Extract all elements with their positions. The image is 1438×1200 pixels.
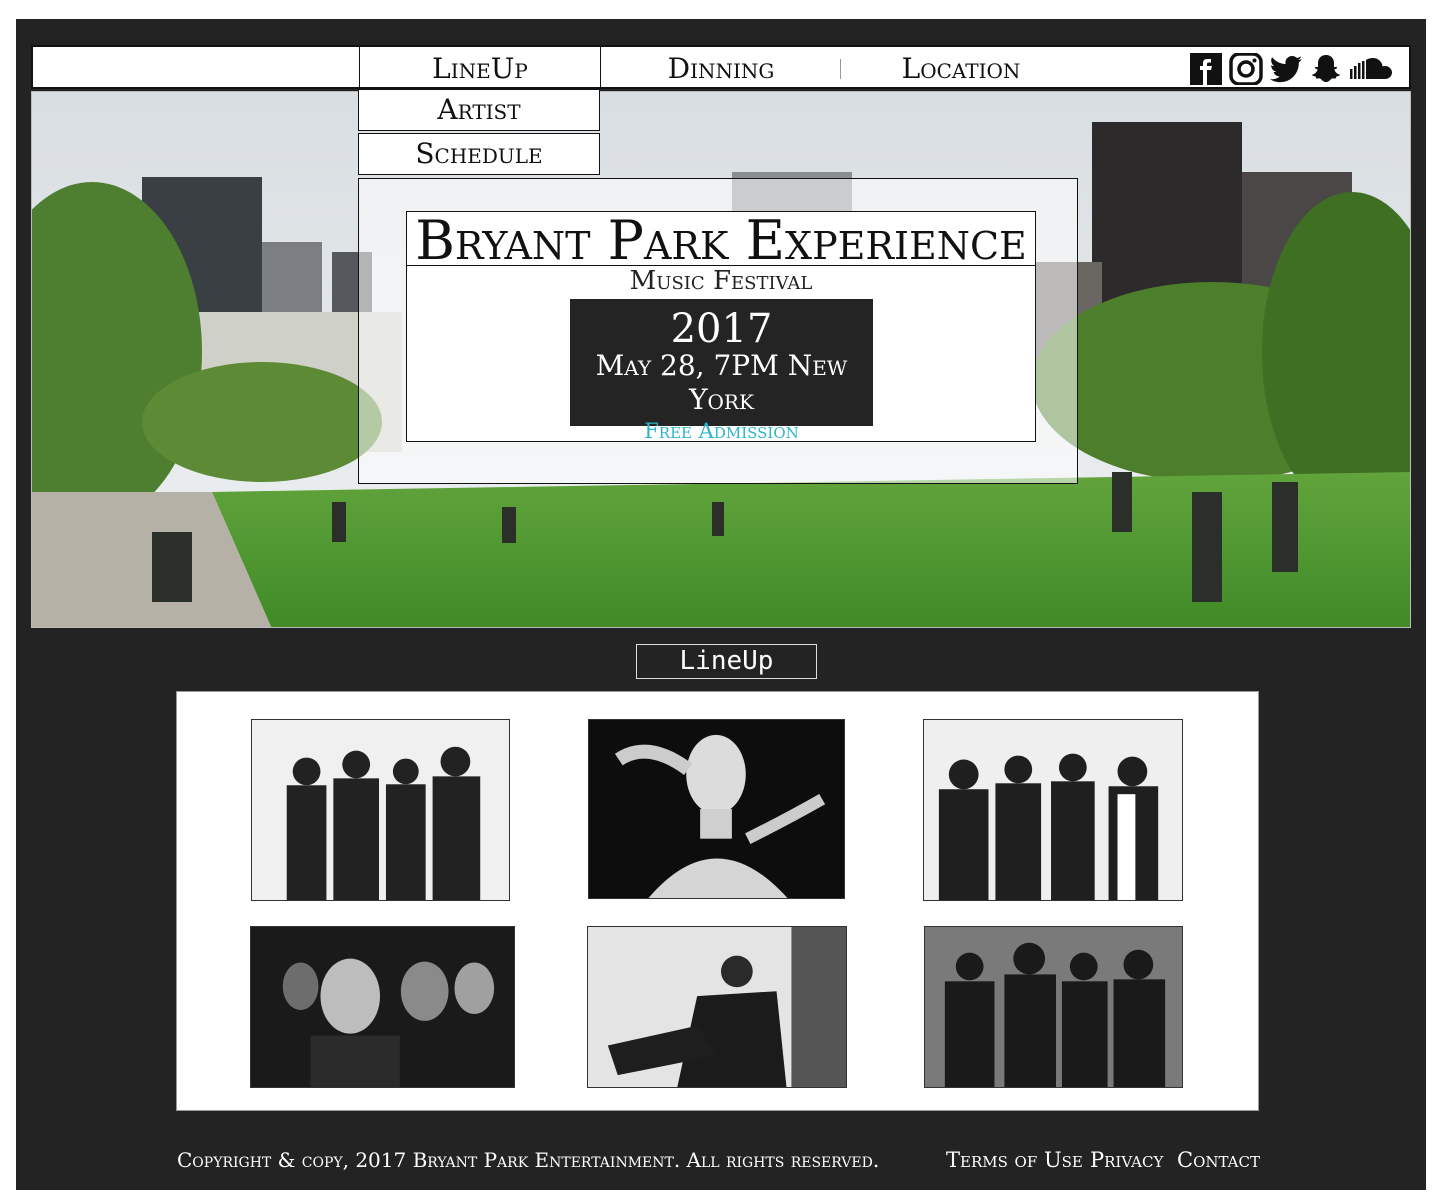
event-subtitle: Music Festival (629, 266, 813, 296)
artist-photo-3[interactable] (923, 719, 1183, 901)
footer-copyright: Copyright & copy, 2017 Bryant Park Enter… (177, 1148, 880, 1172)
event-title: Bryant Park Experience (407, 212, 1035, 270)
nav-location[interactable]: Location (841, 47, 1081, 87)
facebook-icon[interactable] (1189, 53, 1223, 85)
footer-terms-link[interactable]: Terms of Use (946, 1148, 1083, 1172)
artist-photo-2[interactable] (588, 719, 845, 899)
dropdown-item-artist[interactable]: Artist (358, 89, 600, 131)
footer-privacy-link[interactable]: Privacy (1090, 1148, 1163, 1172)
artist-photo-4[interactable] (250, 926, 515, 1088)
artist-photo-6[interactable] (924, 926, 1183, 1088)
twitter-icon[interactable] (1269, 53, 1303, 85)
nav-dinning[interactable]: Dinning (601, 47, 841, 87)
event-year: 2017 (670, 306, 773, 352)
soundcloud-icon[interactable] (1349, 53, 1395, 85)
admission-note: Free Admission (644, 419, 799, 443)
footer-contact-link[interactable]: Contact (1177, 1148, 1260, 1172)
snapchat-icon[interactable] (1309, 53, 1343, 85)
lineup-heading-button[interactable]: LineUp (636, 644, 817, 679)
dropdown-item-schedule[interactable]: Schedule (358, 133, 600, 175)
event-date: May 28, 7PM New York (595, 349, 848, 416)
social-links (1189, 52, 1395, 86)
top-navbar: LineUp Dinning Location (31, 45, 1411, 89)
artist-photo-5[interactable] (587, 926, 847, 1088)
artist-photo-1[interactable] (251, 719, 510, 901)
event-date-box: 2017 May 28, 7PM New York Free Admission (570, 299, 873, 443)
instagram-icon[interactable] (1229, 52, 1263, 86)
event-title-card: Bryant Park Experience Music Festival 20… (406, 211, 1036, 443)
nav-lineup[interactable]: LineUp (359, 46, 601, 88)
